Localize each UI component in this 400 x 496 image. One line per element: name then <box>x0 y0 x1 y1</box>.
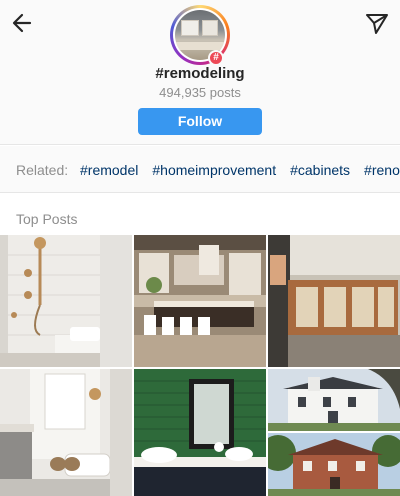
follow-button[interactable]: Follow <box>138 108 262 135</box>
related-tag-cabinets[interactable]: #cabinets <box>290 162 350 178</box>
related-hashtags-bar: Related: #remodel #homeimprovement #cabine… <box>0 146 400 193</box>
post-image-cabinets <box>268 235 400 367</box>
post-image-kitchen <box>134 235 266 367</box>
post-image-bathroom <box>0 369 132 496</box>
post-thumbnail[interactable] <box>0 369 132 496</box>
post-thumbnail[interactable] <box>268 235 400 367</box>
top-posts-grid <box>0 235 400 496</box>
post-image-shower <box>0 235 132 367</box>
post-thumbnail[interactable] <box>268 369 400 431</box>
post-thumbnail[interactable] <box>0 235 132 367</box>
post-thumbnail[interactable] <box>134 235 266 367</box>
hashtag-badge-icon: # <box>208 50 224 66</box>
post-thumbnail[interactable] <box>134 369 266 496</box>
post-image-brick-house <box>268 433 400 496</box>
related-tag-homeimprovement[interactable]: #homeimprovement <box>152 162 276 178</box>
related-tags-list: #remodel #homeimprovement #cabinets #renova… <box>80 162 400 178</box>
post-image-white-house <box>268 369 400 431</box>
arrow-left-icon <box>12 13 32 33</box>
posts-count: 494,935 posts <box>159 85 241 100</box>
related-tag-remodel[interactable]: #remodel <box>80 162 138 178</box>
back-button[interactable] <box>10 10 36 36</box>
related-tag-renovation[interactable]: #renovation <box>364 162 400 178</box>
hashtag-header: # #remodeling 494,935 posts Follow <box>0 0 400 145</box>
paper-plane-icon <box>366 14 388 34</box>
top-posts-heading: Top Posts <box>16 211 78 227</box>
post-image-vanity <box>134 369 266 496</box>
share-button[interactable] <box>364 10 390 36</box>
related-label: Related: <box>16 162 69 178</box>
post-thumbnail[interactable] <box>268 433 400 496</box>
hashtag-title: #remodeling <box>155 65 245 82</box>
